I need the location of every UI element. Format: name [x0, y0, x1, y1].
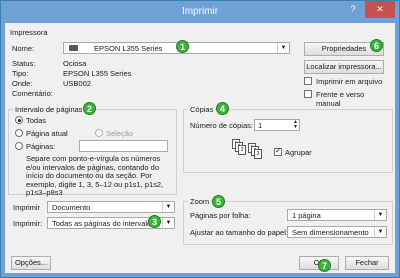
- copies-count-input[interactable]: 1 ▲ ▼: [254, 119, 300, 131]
- zoom-title: Zoom: [188, 197, 212, 206]
- chevron-down-icon: ▼: [374, 210, 386, 220]
- where-label: Onde:: [12, 79, 33, 88]
- duplex-manual-checkbox[interactable]: [304, 90, 312, 98]
- printer-group-title: Impressora: [8, 28, 50, 37]
- pages-per-sheet-value: 1 página: [292, 211, 321, 220]
- print-to-file-checkbox[interactable]: [304, 77, 312, 85]
- check-icon: ✓: [275, 146, 282, 155]
- print-what-value: Documento: [52, 203, 91, 212]
- where-value: USB002: [63, 79, 91, 88]
- pages-per-sheet-select[interactable]: 1 página ▼: [287, 209, 387, 221]
- range-selection-radio: [95, 129, 103, 137]
- annotation-badge-4: 4: [216, 102, 229, 115]
- annotation-badge-6: 6: [370, 39, 383, 52]
- find-printer-button[interactable]: Localizar impressora...: [304, 60, 384, 74]
- range-current-label: Página atual: [26, 129, 68, 138]
- title-bar: Imprimir ? ✕: [1, 1, 399, 23]
- printer-group: Impressora Nome: EPSON L355 Series ▼ Sta…: [8, 28, 391, 108]
- scale-value: Sem dimensionamento: [292, 228, 369, 237]
- range-all-radio[interactable]: [15, 116, 23, 124]
- copies-group: Cópias Número de cópias: 1 ▲▼ 123 123 ✓ …: [183, 105, 393, 173]
- pages-per-sheet-label: Páginas por folha:: [190, 211, 251, 220]
- print-what-select[interactable]: Documento ▼: [47, 201, 175, 213]
- pages-input[interactable]: [79, 140, 168, 152]
- chevron-down-icon: ▼: [162, 218, 174, 228]
- spinner-icon[interactable]: ▲ ▼: [293, 120, 298, 130]
- type-value: EPSON L355 Series: [63, 69, 132, 78]
- annotation-badge-1: 1: [176, 40, 189, 53]
- printer-name-label: Nome:: [12, 44, 35, 53]
- annotation-badge-5: 5: [212, 195, 225, 208]
- range-pages-label: Páginas:: [26, 142, 56, 151]
- status-label: Status:: [12, 59, 36, 68]
- comment-label: Comentário:: [12, 89, 53, 98]
- help-button[interactable]: ?: [343, 1, 363, 18]
- copies-title: Cópias: [188, 105, 216, 114]
- options-button[interactable]: Opções...: [11, 256, 51, 270]
- scale-select[interactable]: Sem dimensionamento ▼: [287, 226, 387, 238]
- type-label: Tipo:: [12, 69, 29, 78]
- range-selection-label: Seleção: [106, 129, 134, 138]
- collate-pages-icon: 123 123: [232, 139, 266, 167]
- chevron-down-icon: ▼: [374, 227, 386, 237]
- status-value: Ociosa: [63, 59, 87, 68]
- page-range-group: Intervalo de páginas Todas Página atual …: [8, 105, 177, 197]
- annotation-badge-3: 3: [148, 215, 161, 228]
- print-what-label: Imprimir: [13, 203, 41, 212]
- dialog-body: Impressora Nome: EPSON L355 Series ▼ Sta…: [5, 23, 395, 273]
- collate-checkbox[interactable]: ✓: [274, 146, 282, 156]
- duplex-manual-label: Frente e verso manual: [316, 90, 365, 108]
- cancel-button[interactable]: Fechar: [345, 256, 389, 270]
- window-title: Imprimir: [181, 6, 219, 17]
- close-button[interactable]: ✕: [365, 1, 395, 18]
- print-pages-value: Todas as páginas do intervalo: [52, 219, 152, 228]
- print-pages-label: Imprimir:: [13, 219, 43, 228]
- page-range-title: Intervalo de páginas: [13, 105, 85, 114]
- print-to-file-label: Imprimir em arquivo: [316, 77, 383, 86]
- annotation-badge-2: 2: [83, 102, 96, 115]
- copies-count-label: Número de cópias:: [190, 121, 253, 130]
- print-dialog: Imprimir ? ✕ Impressora Nome: EPSON L355…: [0, 0, 400, 278]
- annotation-badge-7: 7: [318, 259, 331, 272]
- chevron-down-icon: ▼: [277, 43, 289, 53]
- chevron-down-icon: ▼: [162, 202, 174, 212]
- zoom-group: Zoom Páginas por folha: 1 página ▼ Ajust…: [183, 197, 393, 245]
- collate-label: Agrupar: [285, 148, 312, 157]
- copies-count-value: 1: [258, 121, 263, 130]
- printer-name-value: EPSON L355 Series: [94, 44, 163, 53]
- scale-label: Ajustar ao tamanho do papel:: [190, 228, 288, 237]
- range-hint-text: Separe com ponto-e-vírgula os números e/…: [26, 154, 164, 197]
- range-all-label: Todas: [26, 116, 47, 125]
- printer-icon: [69, 45, 78, 51]
- range-pages-radio[interactable]: [15, 142, 23, 150]
- range-current-radio[interactable]: [15, 129, 23, 137]
